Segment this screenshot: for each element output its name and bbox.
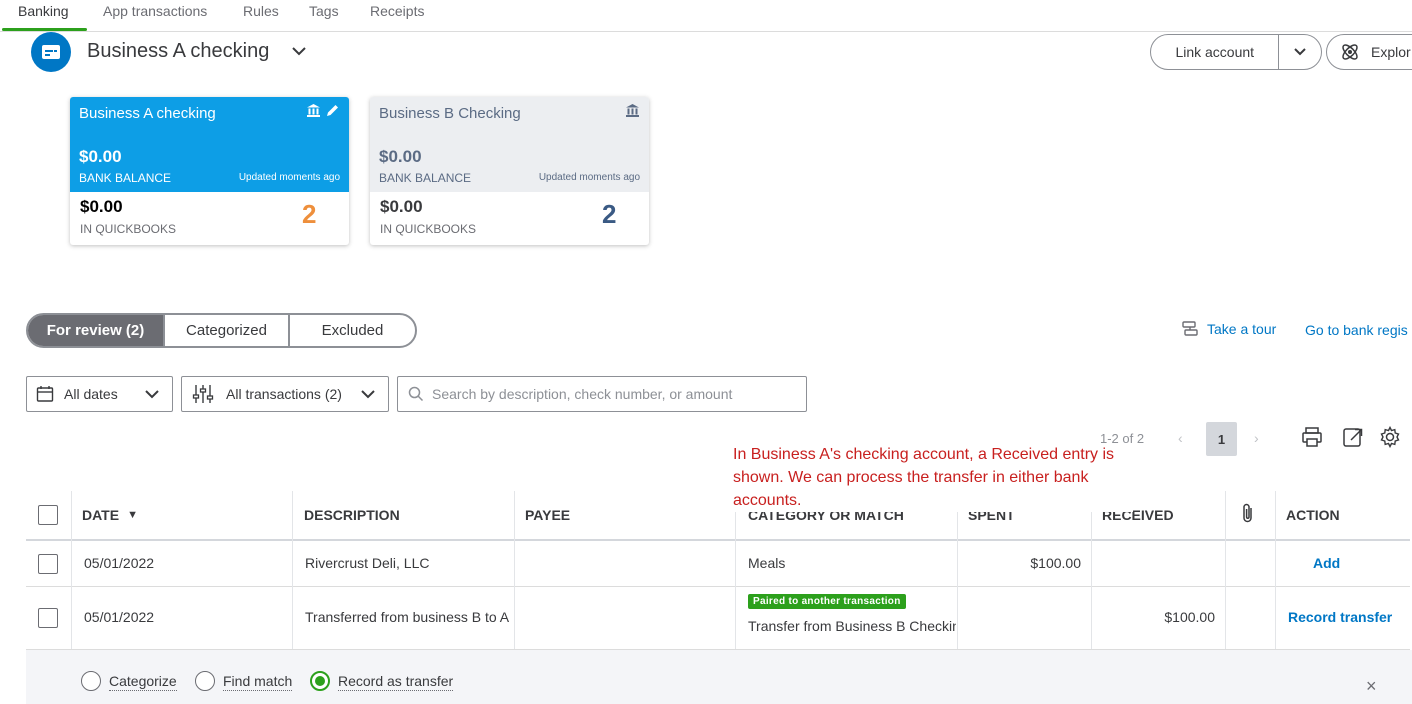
sliders-icon — [192, 385, 214, 403]
review-count: 2 — [602, 199, 617, 229]
export-icon[interactable] — [1342, 426, 1364, 448]
tab-excluded[interactable]: Excluded — [290, 315, 415, 346]
quickbooks-balance-amount: $0.00 — [80, 197, 123, 216]
categorize-radio[interactable] — [81, 671, 101, 691]
review-count: 2 — [302, 199, 317, 229]
signpost-icon — [1182, 321, 1198, 336]
column-divider — [514, 491, 515, 649]
account-card-business-a[interactable]: Business A checking $0.00 BANK BALANCE U… — [70, 97, 349, 245]
take-tour-link[interactable]: Take a tour — [1181, 320, 1276, 338]
column-header-action: ACTION — [1286, 507, 1340, 523]
bank-balance-label: BANK BALANCE — [379, 171, 472, 185]
bank-balance-amount: $0.00 — [379, 147, 422, 166]
tab-receipts[interactable]: Receipts — [370, 3, 424, 19]
paired-status-badge: Paired to another transaction — [748, 594, 906, 609]
row-date: 05/01/2022 — [84, 609, 155, 625]
column-header-date[interactable]: DATE ▼ — [82, 491, 138, 539]
row-checkbox[interactable] — [38, 554, 58, 574]
explore-button[interactable]: Explor — [1326, 34, 1412, 70]
updated-text: Updated moments ago — [238, 172, 340, 183]
column-header-description: DESCRIPTION — [304, 507, 400, 523]
atom-icon — [1342, 44, 1358, 60]
next-page-button[interactable]: › — [1254, 430, 1259, 446]
search-icon — [408, 386, 424, 402]
previous-page-button[interactable]: ‹ — [1178, 430, 1183, 446]
row-date: 05/01/2022 — [84, 555, 155, 571]
bank-icon — [626, 104, 639, 117]
chevron-down-icon[interactable] — [290, 42, 308, 60]
tab-tags[interactable]: Tags — [309, 3, 339, 19]
search-input[interactable]: Search by description, check number, or … — [397, 376, 807, 412]
row-spent: $100.00 — [1030, 555, 1081, 571]
top-tab-bar: Banking App transactions Rules Tags Rece… — [0, 0, 1412, 32]
bank-icon — [307, 104, 320, 117]
bank-balance-label: BANK BALANCE — [79, 171, 172, 185]
categorize-label[interactable]: Categorize — [109, 673, 177, 691]
record-transfer-button[interactable]: Record transfer — [1288, 609, 1392, 625]
row-description: Transferred from business B to A — [305, 609, 510, 625]
tab-banking[interactable]: Banking — [18, 3, 69, 19]
link-account-button[interactable]: Link account — [1151, 35, 1280, 69]
pencil-icon[interactable] — [326, 104, 339, 117]
annotation-note: In Business A's checking account, a Rece… — [733, 443, 1133, 512]
tab-rules[interactable]: Rules — [243, 3, 279, 19]
record-as-transfer-label[interactable]: Record as transfer — [338, 673, 454, 691]
card-account-name: Business B Checking — [379, 105, 521, 122]
chevron-down-icon — [145, 390, 159, 399]
paperclip-icon — [1243, 503, 1252, 523]
tab-app-transactions[interactable]: App transactions — [103, 3, 207, 19]
find-match-label[interactable]: Find match — [223, 673, 293, 691]
column-header-payee: PAYEE — [525, 507, 571, 523]
column-divider — [71, 491, 72, 649]
column-divider — [292, 491, 293, 649]
row-divider — [26, 586, 1410, 587]
card-account-name: Business A checking — [79, 105, 216, 122]
account-card-business-b[interactable]: Business B Checking $0.00 BANK BALANCE U… — [370, 97, 649, 245]
row-category[interactable]: Meals — [748, 555, 953, 571]
active-tab-indicator — [2, 28, 87, 31]
transaction-filter-dropdown[interactable]: All transactions (2) — [181, 376, 389, 412]
go-to-bank-register-link[interactable]: Go to bank regis — [1305, 322, 1408, 338]
row-checkbox[interactable] — [38, 608, 58, 628]
calendar-icon — [36, 386, 54, 402]
column-divider — [1225, 491, 1226, 649]
search-placeholder: Search by description, check number, or … — [432, 386, 733, 402]
sort-descending-icon: ▼ — [127, 509, 138, 521]
quickbooks-balance-label: IN QUICKBOOKS — [380, 222, 477, 236]
chevron-down-icon — [361, 390, 375, 399]
column-divider — [1091, 491, 1092, 649]
date-filter-dropdown[interactable]: All dates — [26, 376, 173, 412]
link-account-dropdown[interactable] — [1279, 35, 1321, 69]
link-account-split-button: Link account — [1150, 34, 1322, 70]
bank-balance-amount: $0.00 — [79, 147, 122, 166]
review-tabs: For review (2) Categorized Excluded — [26, 313, 417, 348]
row-category[interactable]: Transfer from Business B Checkin — [748, 618, 956, 634]
updated-text: Updated moments ago — [538, 172, 640, 183]
column-divider — [957, 491, 958, 649]
row-description: Rivercrust Deli, LLC — [305, 555, 430, 571]
account-title[interactable]: Business A checking — [87, 40, 269, 63]
take-tour-label: Take a tour — [1207, 321, 1277, 337]
column-divider — [735, 491, 736, 649]
header-divider — [26, 539, 1410, 541]
tab-for-review[interactable]: For review (2) — [28, 315, 165, 346]
column-divider — [1275, 491, 1276, 649]
tab-categorized[interactable]: Categorized — [165, 315, 290, 346]
add-button[interactable]: Add — [1313, 555, 1340, 571]
explore-label: Explor — [1371, 44, 1411, 60]
chevron-down-icon — [1294, 48, 1306, 56]
quickbooks-balance-label: IN QUICKBOOKS — [80, 222, 177, 236]
print-icon[interactable] — [1301, 426, 1323, 448]
quickbooks-balance-amount: $0.00 — [380, 197, 423, 216]
bank-account-icon — [31, 32, 71, 72]
close-icon[interactable]: × — [1366, 676, 1377, 697]
transaction-filter-value: All transactions (2) — [226, 386, 342, 402]
find-match-radio[interactable] — [195, 671, 215, 691]
record-as-transfer-radio[interactable] — [310, 671, 330, 691]
row-received: $100.00 — [1164, 609, 1215, 625]
select-all-checkbox[interactable] — [38, 505, 58, 525]
current-page-button[interactable]: 1 — [1206, 422, 1237, 456]
gear-icon[interactable] — [1379, 426, 1401, 448]
date-filter-value: All dates — [64, 386, 118, 402]
